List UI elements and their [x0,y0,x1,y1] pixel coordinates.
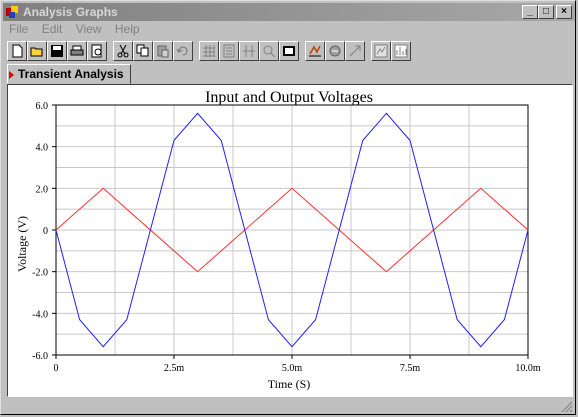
resize-grip-icon[interactable] [561,401,573,413]
cursors-icon [243,45,255,57]
x-tick-label: 7.5m [400,363,421,374]
print-preview-icon [91,44,102,58]
x-tick-label: 10.0m [515,363,541,374]
paste-icon [157,45,169,58]
cursors-button[interactable] [239,41,259,61]
grid-button[interactable] [199,41,219,61]
open-button[interactable] [27,41,47,61]
maximize-button-visible[interactable]: □ [538,5,554,19]
restore-button[interactable] [371,41,391,61]
toggle-background-button[interactable] [279,41,299,61]
close-button[interactable]: × [556,5,572,19]
new-icon [12,44,23,58]
zoom-button[interactable] [259,41,279,61]
print-icon [70,45,84,56]
grid-icon [203,45,215,57]
status-bar [3,399,575,413]
y-tick-label: 2.0 [36,184,49,195]
zoom-icon [263,45,276,58]
paste-button[interactable] [153,41,173,61]
x-tick-label: 0 [54,363,59,374]
chart-title: Input and Output Voltages [205,89,373,106]
copy-button[interactable] [133,41,153,61]
menu-help[interactable]: Help [115,22,140,36]
y-axis-label: Voltage (V) [15,216,29,272]
y-tick-label: -2.0 [32,268,48,279]
x-tick-label: 5.0m [282,363,303,374]
undo-button[interactable] [173,41,193,61]
restore-icon [374,44,388,58]
export-button[interactable] [345,41,365,61]
menu-view[interactable]: View [76,22,102,36]
view-chart-button[interactable] [391,41,411,61]
overlay-icon [329,45,341,57]
properties-button[interactable] [305,41,325,61]
overlay-button[interactable] [325,41,345,61]
properties-icon [309,45,321,57]
active-tab-marker [9,71,14,79]
transient-analysis-chart: Input and Output Voltages Time (S) Volta… [15,89,541,391]
x-tick-label: 2.5m [164,363,185,374]
window-title: Analysis Graphs [23,5,118,19]
tab-strip: Transient Analysis [5,64,575,84]
x-axis-label: Time (S) [268,377,311,391]
minimize-button-alt[interactable]: _ [522,5,538,19]
y-tick-label: 0 [43,226,48,237]
y-tick-label: 6.0 [36,101,49,112]
toggle-background-icon [283,46,295,56]
cut-button[interactable] [113,41,133,61]
tab-label: Transient Analysis [18,67,124,81]
y-tick-label: -4.0 [32,309,48,320]
open-icon [30,47,43,57]
print-button[interactable] [67,41,87,61]
menu-bar: File Edit View Help [3,22,144,38]
menu-file[interactable]: File [9,22,28,36]
y-tick-label: 4.0 [36,143,49,154]
save-icon [51,45,63,57]
legend-button[interactable] [219,41,239,61]
copy-icon [136,44,149,57]
cut-icon [117,44,129,58]
multisim-icon [6,6,18,18]
menu-edit[interactable]: Edit [42,22,63,36]
save-button[interactable] [47,41,67,61]
title-bar: Analysis Graphs _ □ _ □ × [3,3,575,21]
view-chart-icon [394,44,408,58]
undo-icon [176,46,188,56]
analysis-graphs-window: Analysis Graphs _ □ _ □ × File Edit View… [0,0,576,415]
y-tick-label: -6.0 [32,351,48,362]
graph-area: Input and Output Voltages Time (S) Volta… [7,84,573,397]
legend-icon [223,44,235,58]
new-button[interactable] [7,41,27,61]
tab-transient-analysis[interactable]: Transient Analysis [7,64,131,84]
print-preview-button[interactable] [87,41,107,61]
export-icon [349,45,361,57]
